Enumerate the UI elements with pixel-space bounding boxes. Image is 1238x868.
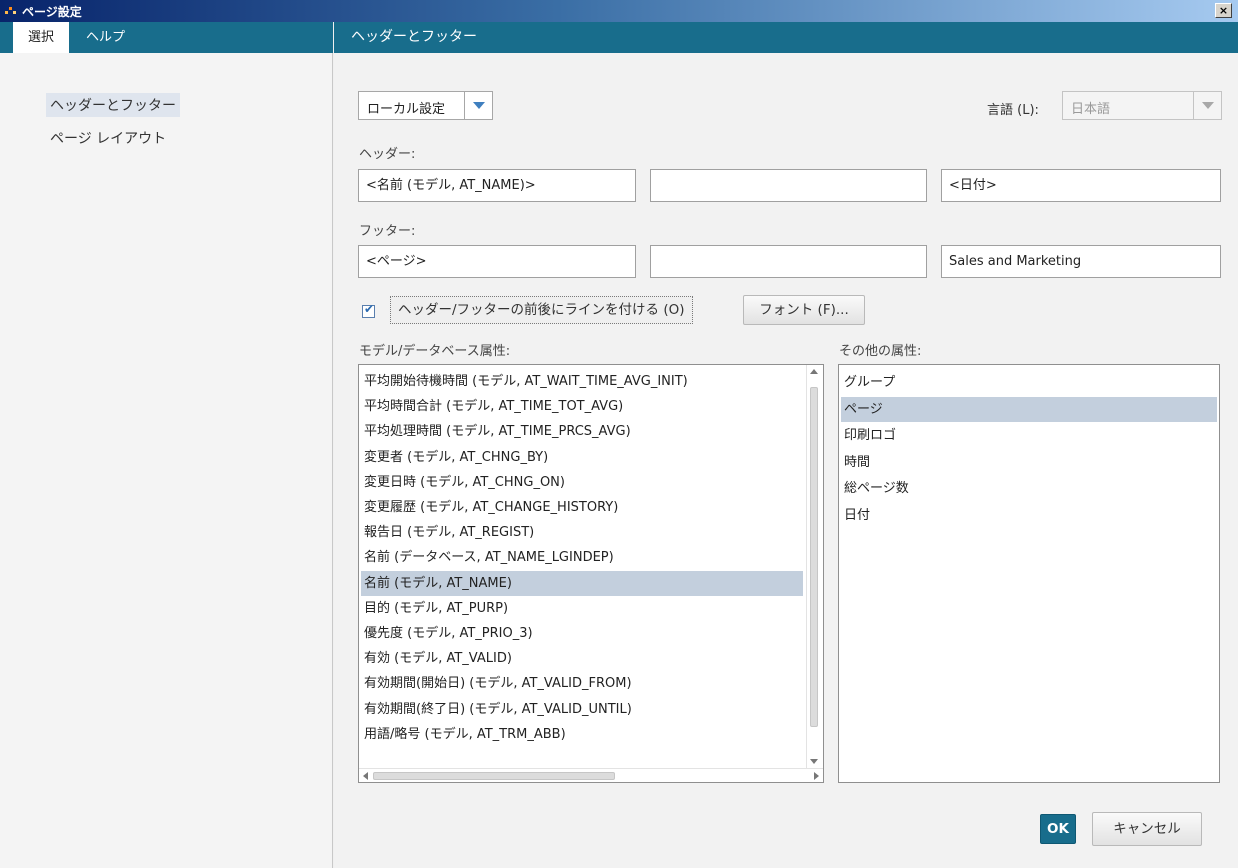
- header-label: ヘッダー:: [359, 147, 416, 162]
- horizontal-scrollbar[interactable]: [359, 768, 823, 782]
- language-label: 言語 (L):: [987, 103, 1039, 118]
- list-item[interactable]: 名前 (モデル, AT_NAME): [361, 570, 803, 596]
- list-item[interactable]: 報告日 (モデル, AT_REGIST): [361, 520, 803, 545]
- ok-button[interactable]: OK: [1040, 814, 1076, 844]
- list-item[interactable]: 目的 (モデル, AT_PURP): [361, 596, 803, 621]
- tab-help[interactable]: ヘルプ: [86, 22, 125, 53]
- list-item[interactable]: グループ: [841, 370, 1217, 395]
- scroll-thumb[interactable]: [810, 387, 818, 727]
- list-item[interactable]: 時間: [841, 450, 1217, 475]
- vertical-scrollbar[interactable]: [806, 365, 823, 768]
- model-attrs-label: モデル/データベース属性:: [359, 344, 511, 359]
- header-center-field[interactable]: [650, 169, 927, 202]
- close-button[interactable]: ×: [1215, 3, 1232, 18]
- nav-item-header-footer[interactable]: ヘッダーとフッター: [46, 93, 180, 117]
- list-item[interactable]: 平均処理時間 (モデル, AT_TIME_PRCS_AVG): [361, 419, 803, 444]
- line-option-checkbox[interactable]: [362, 302, 375, 318]
- footer-label: フッター:: [359, 224, 416, 239]
- model-attrs-list[interactable]: 平均開始待機時間 (モデル, AT_WAIT_TIME_AVG_INIT) 平均時…: [358, 364, 824, 783]
- other-attrs-label: その他の属性:: [839, 344, 922, 359]
- scroll-up-icon[interactable]: [810, 369, 818, 374]
- list-item[interactable]: 日付: [841, 503, 1217, 528]
- list-item[interactable]: 有効期間(終了日) (モデル, AT_VALID_UNTIL): [361, 697, 803, 722]
- list-item[interactable]: 名前 (データベース, AT_NAME_LGINDEP): [361, 545, 803, 570]
- tab-select[interactable]: 選択: [13, 22, 69, 53]
- list-item[interactable]: 有効 (モデル, AT_VALID): [361, 646, 803, 671]
- list-item[interactable]: 有効期間(開始日) (モデル, AT_VALID_FROM): [361, 671, 803, 696]
- other-attrs-list[interactable]: グループ ページ 印刷ロゴ 時間 総ページ数 日付: [838, 364, 1220, 783]
- list-item[interactable]: 変更日時 (モデル, AT_CHNG_ON): [361, 470, 803, 495]
- list-item[interactable]: 印刷ロゴ: [841, 423, 1217, 448]
- language-combo-value: 日本語: [1071, 102, 1111, 117]
- line-option-label[interactable]: ヘッダー/フッターの前後にラインを付ける (O): [390, 296, 693, 324]
- footer-left-field[interactable]: <ページ>: [358, 245, 636, 278]
- panel-title: ヘッダーとフッター: [334, 22, 1238, 53]
- header-left-field[interactable]: <名前 (モデル, AT_NAME)>: [358, 169, 636, 202]
- list-item[interactable]: 変更履歴 (モデル, AT_CHANGE_HISTORY): [361, 495, 803, 520]
- chevron-down-icon[interactable]: [464, 92, 492, 119]
- list-item[interactable]: 総ページ数: [841, 476, 1217, 501]
- cancel-button[interactable]: キャンセル: [1092, 812, 1202, 846]
- language-combo: 日本語: [1062, 91, 1222, 120]
- list-item[interactable]: 変更者 (モデル, AT_CHNG_BY): [361, 445, 803, 470]
- list-item[interactable]: 平均開始待機時間 (モデル, AT_WAIT_TIME_AVG_INIT): [361, 369, 803, 394]
- title-bar: ページ設定 ×: [0, 0, 1238, 22]
- app-logo-icon: [5, 5, 19, 17]
- settings-combo-value: ローカル設定: [367, 102, 446, 117]
- header-right-field[interactable]: <日付>: [941, 169, 1221, 202]
- scroll-down-icon[interactable]: [810, 759, 818, 764]
- list-item[interactable]: 優先度 (モデル, AT_PRIO_3): [361, 621, 803, 646]
- footer-center-field[interactable]: [650, 245, 927, 278]
- list-item[interactable]: ページ: [841, 396, 1217, 422]
- left-tab-bar: 選択 ヘルプ: [0, 22, 333, 53]
- scroll-left-icon[interactable]: [363, 772, 368, 780]
- list-item[interactable]: 平均時間合計 (モデル, AT_TIME_TOT_AVG): [361, 394, 803, 419]
- chevron-down-icon: [1193, 92, 1221, 119]
- scroll-right-icon[interactable]: [814, 772, 819, 780]
- hscroll-thumb[interactable]: [373, 772, 615, 780]
- nav-item-page-layout[interactable]: ページ レイアウト: [46, 126, 170, 150]
- window-title: ページ設定: [22, 5, 82, 19]
- font-button[interactable]: フォント (F)...: [743, 295, 865, 325]
- list-item[interactable]: 用語/略号 (モデル, AT_TRM_ABB): [361, 722, 803, 747]
- left-pane: 選択 ヘルプ ヘッダーとフッター ページ レイアウト: [0, 22, 333, 868]
- settings-combo[interactable]: ローカル設定: [358, 91, 493, 120]
- footer-right-field[interactable]: Sales and Marketing: [941, 245, 1221, 278]
